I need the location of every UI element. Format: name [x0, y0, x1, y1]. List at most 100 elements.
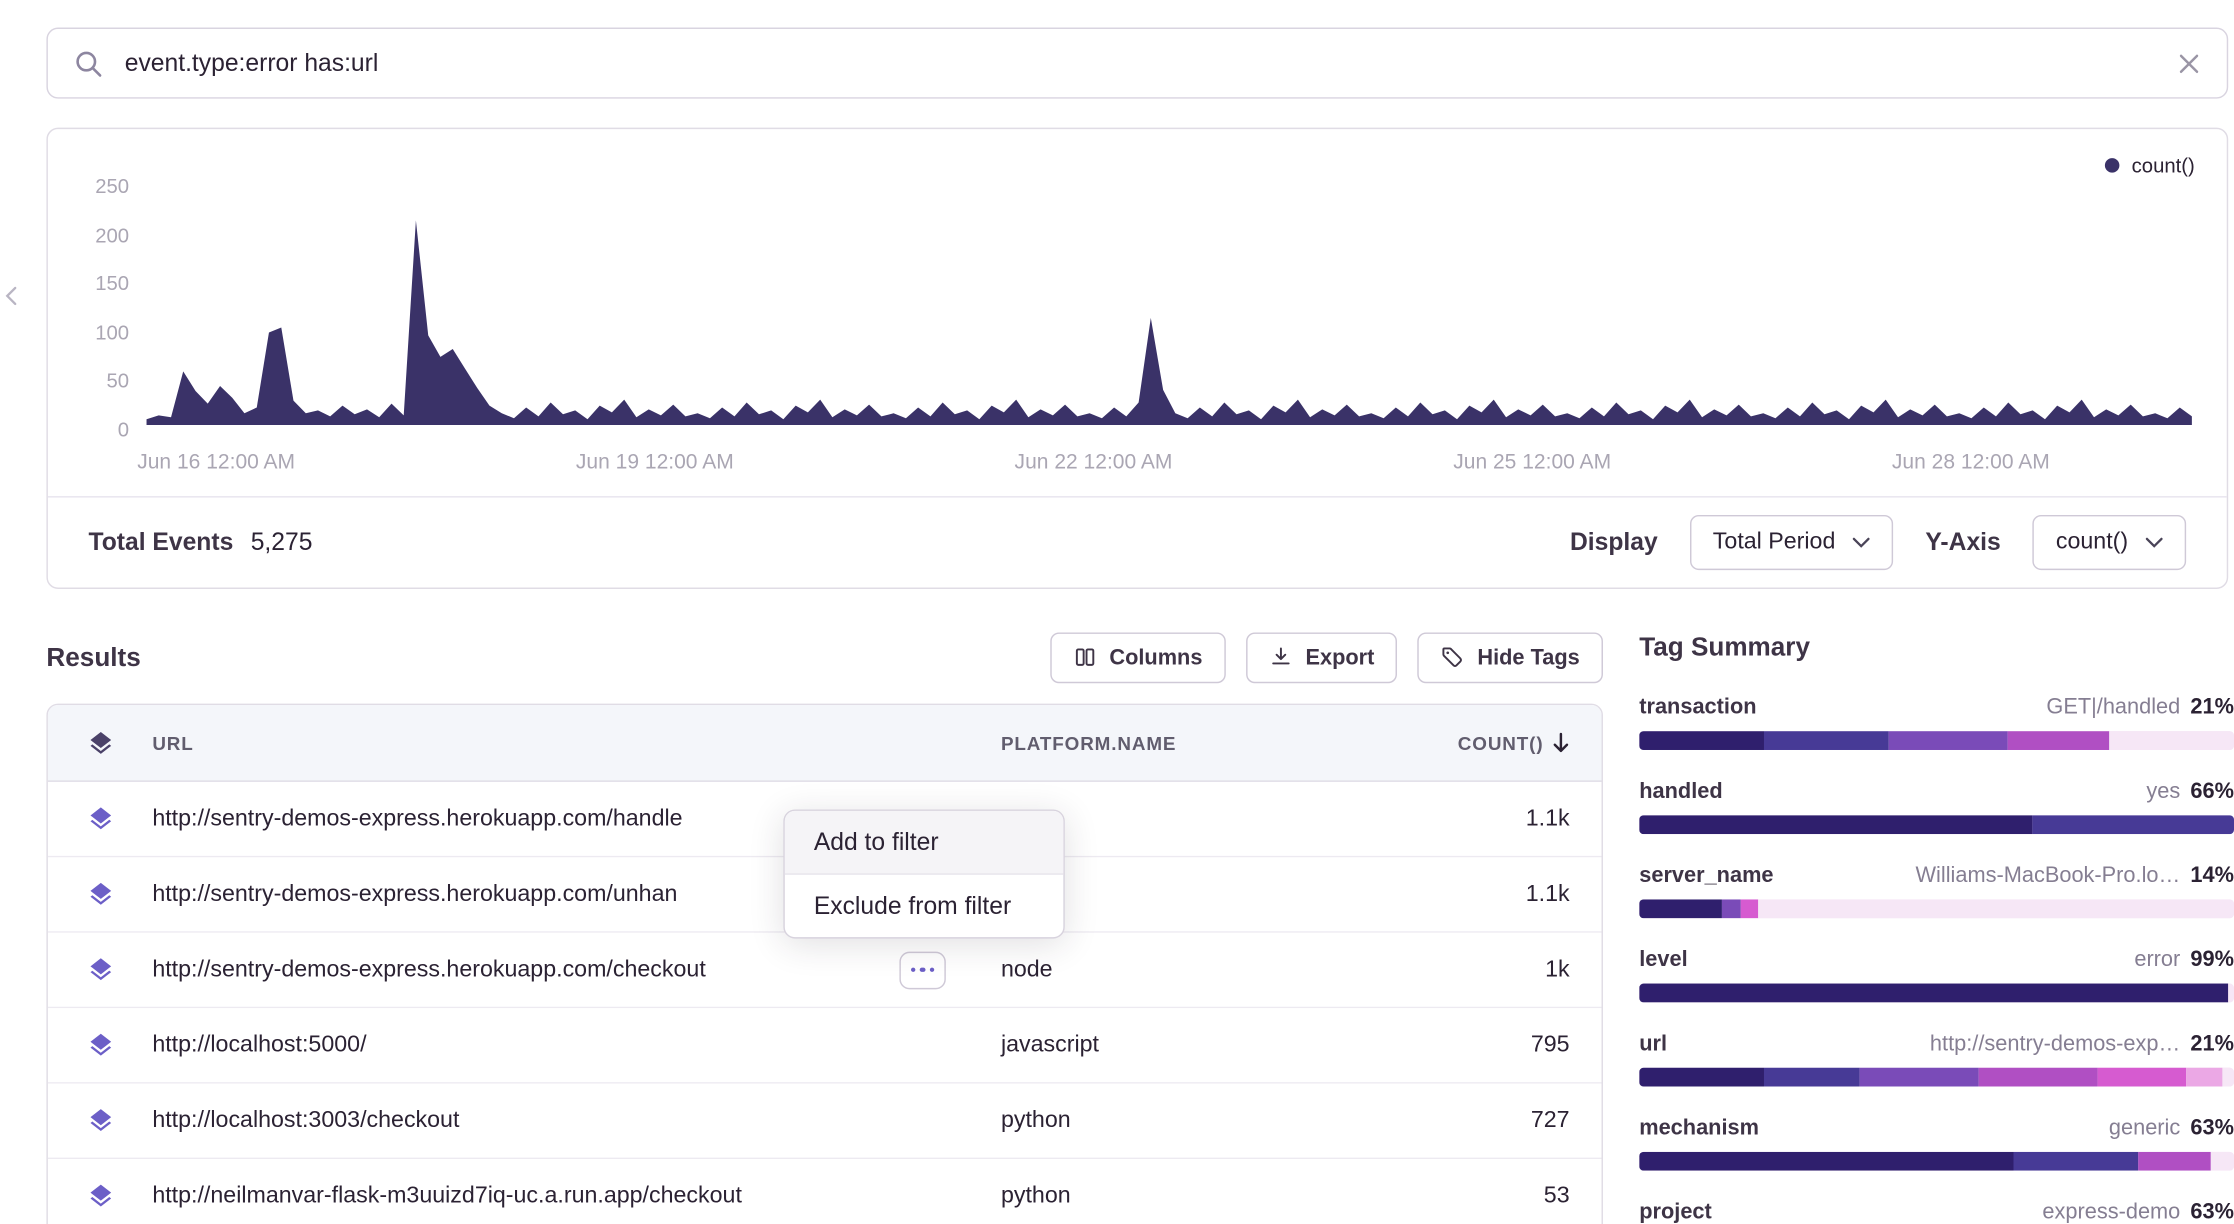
tag-summary-heading: Tag Summary: [1639, 632, 2234, 662]
columns-button-label: Columns: [1109, 645, 1202, 670]
stack-icon: [86, 805, 114, 833]
tag-name: mechanism: [1639, 1116, 1759, 1141]
event-volume-chart: [147, 181, 2192, 431]
table-row[interactable]: http://sentry-demos-express.herokuapp.co…: [48, 933, 1602, 1008]
tag-bar-segment: [1639, 899, 1722, 918]
tag-value-wrap: error99%: [2134, 947, 2234, 972]
url-cell[interactable]: http://sentry-demos-express.herokuapp.co…: [152, 957, 1001, 983]
ellipsis-icon: [911, 967, 916, 972]
x-tick-label: Jun 22 12:00 AM: [1015, 451, 1173, 474]
tag-value-wrap: generic63%: [2109, 1116, 2234, 1141]
total-events-value: 5,275: [251, 528, 313, 557]
context-menu-item[interactable]: Add to filter: [785, 811, 1064, 875]
tag-name: transaction: [1639, 695, 1756, 720]
tag-item: project express-demo63%: [1639, 1200, 2234, 1224]
tag-bar[interactable]: [1639, 731, 2234, 750]
tag-bar-segment: [2008, 731, 2109, 750]
row-icon-cell: [48, 881, 152, 909]
stack-icon: [86, 881, 114, 909]
table-row[interactable]: http://localhost:5000/ javascript 795: [48, 1008, 1602, 1083]
sidebar-collapse-handle[interactable]: [4, 286, 17, 314]
columns-button[interactable]: Columns: [1050, 632, 1226, 683]
tag-bar-segment: [2186, 1068, 2222, 1087]
search-icon: [74, 49, 103, 78]
tag-summary: Tag Summary transaction GET|/handled21% …: [1639, 632, 2234, 1224]
tag-bar-segment: [2139, 1152, 2210, 1171]
url-cell[interactable]: http://neilmanvar-flask-m3uuizd7iq-uc.a.…: [152, 1183, 1001, 1209]
export-button[interactable]: Export: [1246, 632, 1398, 683]
tag-bar-segment: [1889, 731, 2008, 750]
tag-item: transaction GET|/handled21%: [1639, 695, 2234, 750]
tag-name: url: [1639, 1031, 1667, 1056]
column-header-count[interactable]: COUNT(): [1364, 732, 1602, 754]
column-header-url[interactable]: URL: [152, 732, 1001, 754]
context-menu: Add to filterExclude from filter: [783, 809, 1064, 938]
y-tick-label: 200: [48, 223, 129, 246]
tag-bar[interactable]: [1639, 1152, 2234, 1171]
tag-value: GET|/handled: [2046, 695, 2180, 720]
clear-search-button[interactable]: [2177, 51, 2200, 74]
row-icon-cell: [48, 1031, 152, 1059]
tag-name: server_name: [1639, 863, 1773, 888]
y-tick-label: 100: [48, 320, 129, 343]
display-dropdown[interactable]: Total Period: [1690, 515, 1894, 570]
tag-bar-segment: [1764, 731, 1889, 750]
search-bar: [46, 28, 2228, 99]
table-row[interactable]: http://neilmanvar-flask-m3uuizd7iq-uc.a.…: [48, 1159, 1602, 1224]
tag-bar-segment: [2210, 1152, 2234, 1171]
chart-legend: count(): [2106, 154, 2195, 177]
tag-bar-segment: [2032, 815, 2234, 834]
url-cell[interactable]: http://localhost:3003/checkout: [152, 1108, 1001, 1134]
y-axis: 250200150100500: [48, 129, 129, 477]
tag-bar[interactable]: [1639, 984, 2234, 1003]
tag-bar[interactable]: [1639, 899, 2234, 918]
yaxis-dropdown[interactable]: count(): [2033, 515, 2186, 570]
tag-value: generic: [2109, 1116, 2180, 1141]
tag-percent: 63%: [2190, 1200, 2234, 1224]
total-events-label: Total Events: [88, 528, 233, 557]
row-icon-cell: [48, 1107, 152, 1135]
legend-dot: [2106, 158, 2121, 173]
tag-item: handled yes66%: [1639, 779, 2234, 834]
url-cell[interactable]: http://localhost:5000/: [152, 1032, 1001, 1058]
chevron-down-icon: [2146, 537, 2163, 549]
table-row[interactable]: http://localhost:3003/checkout python 72…: [48, 1084, 1602, 1159]
column-header-platform[interactable]: PLATFORM.NAME: [1001, 732, 1364, 754]
tag-bar[interactable]: [1639, 1068, 2234, 1087]
tag-percent: 66%: [2190, 779, 2234, 804]
tag-value: http://sentry-demos-exp…: [1930, 1031, 2180, 1056]
tag-item: level error99%: [1639, 947, 2234, 1002]
stack-icon: [86, 956, 114, 984]
tag-item: mechanism generic63%: [1639, 1116, 2234, 1171]
x-tick-label: Jun 28 12:00 AM: [1892, 451, 2050, 474]
tag-item: url http://sentry-demos-exp… 21%: [1639, 1031, 2234, 1086]
count-cell: 727: [1364, 1108, 1602, 1134]
tag-value: yes: [2146, 779, 2180, 804]
tag-item: server_name Williams-MacBook-Pro.lo…14%: [1639, 863, 2234, 918]
tag-bar[interactable]: [1639, 815, 2234, 834]
chart-panel-footer: Total Events 5,275 Display Total Period …: [48, 496, 2227, 587]
hide-tags-button-label: Hide Tags: [1477, 645, 1579, 670]
tag-bar-segment: [1764, 1068, 1859, 1087]
header-icon-cell: [48, 729, 152, 757]
tag-name: level: [1639, 947, 1687, 972]
tag-bar-segment: [2222, 1068, 2234, 1087]
tag-bar-segment: [1978, 1068, 2097, 1087]
chevron-down-icon: [1853, 537, 1870, 549]
sort-descending-icon: [1552, 733, 1569, 753]
context-menu-item[interactable]: Exclude from filter: [785, 875, 1064, 937]
columns-icon: [1073, 646, 1096, 669]
y-tick-label: 250: [48, 174, 129, 197]
tag-bar-segment: [1639, 984, 2228, 1003]
results-heading: Results: [46, 642, 140, 672]
count-cell: 1.1k: [1364, 806, 1602, 832]
tag-list: transaction GET|/handled21% handled yes6…: [1639, 695, 2234, 1224]
tag-bar-segment: [1758, 899, 2234, 918]
display-label: Display: [1570, 528, 1658, 557]
tag-value-wrap: express-demo63%: [2042, 1200, 2234, 1224]
row-actions-button[interactable]: [899, 951, 945, 989]
tag-bar-segment: [1859, 1068, 1978, 1087]
tag-percent: 21%: [2190, 1031, 2234, 1056]
hide-tags-button[interactable]: Hide Tags: [1418, 632, 1603, 683]
search-input[interactable]: [122, 47, 2159, 79]
